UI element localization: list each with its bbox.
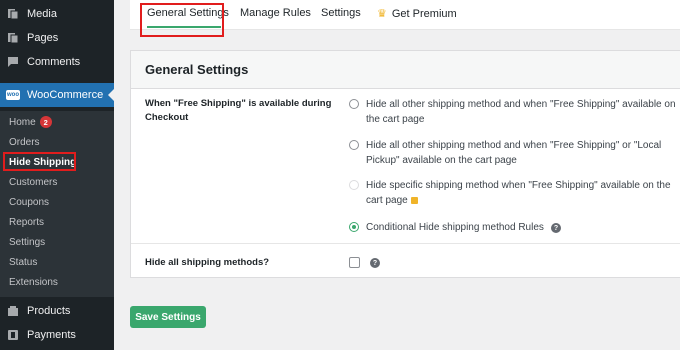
general-settings-panel: General Settings When "Free Shipping" is… xyxy=(130,50,680,278)
submenu-item-home[interactable]: Home 2 xyxy=(9,114,52,130)
tab-manage-rules[interactable]: Manage Rules xyxy=(240,7,311,19)
submenu-item-coupons[interactable]: Coupons xyxy=(9,194,49,210)
lock-icon xyxy=(410,196,418,204)
submenu-item-label: Extensions xyxy=(9,276,58,288)
submenu-item-label: Home xyxy=(9,116,36,128)
panel-header: General Settings xyxy=(131,51,680,89)
submenu-item-extensions[interactable]: Extensions xyxy=(9,274,58,290)
sidebar-item-label: Pages xyxy=(27,32,59,44)
crown-icon: ♛ xyxy=(377,8,387,20)
option-label: Hide all other shipping method and when … xyxy=(366,140,662,166)
submenu-item-reports[interactable]: Reports xyxy=(9,214,44,230)
sidebar-item-products[interactable]: Products xyxy=(0,299,114,323)
sidebar-item-label: WooCommerce xyxy=(27,89,104,101)
submenu-item-label: Status xyxy=(9,256,38,268)
submenu-item-label: Coupons xyxy=(9,196,50,208)
submenu-item-customers[interactable]: Customers xyxy=(9,174,57,190)
sidebar-item-label: Products xyxy=(27,305,71,317)
current-menu-arrow xyxy=(108,89,114,101)
highlight-hide-shipping xyxy=(3,152,76,171)
option-label: Hide all other shipping method and when … xyxy=(366,99,676,125)
submenu-item-label: Reports xyxy=(9,216,45,228)
woocommerce-logo-icon: woo xyxy=(6,90,20,100)
sidebar-item-woocommerce[interactable]: woo WooCommerce xyxy=(0,83,114,107)
row-divider xyxy=(131,243,680,244)
submenu-item-label: Customers xyxy=(9,176,58,188)
panel-title: General Settings xyxy=(145,62,249,77)
media-icon xyxy=(7,8,19,20)
submenu-item-label: Orders xyxy=(9,136,40,148)
sidebar-item-label: Payments xyxy=(27,329,76,341)
payments-icon xyxy=(7,329,19,341)
option-hide-others-free-or-local-pickup[interactable]: Hide all other shipping method and when … xyxy=(349,138,679,168)
submenu-item-label: Settings xyxy=(9,236,46,248)
submenu-item-status[interactable]: Status xyxy=(9,254,37,270)
sidebar-item-media[interactable]: Media xyxy=(0,2,114,26)
sidebar-item-label: Comments xyxy=(27,56,81,68)
radio-button[interactable] xyxy=(349,180,359,190)
free-shipping-setting-label: When "Free Shipping" is available during… xyxy=(145,98,332,123)
option-hide-specific-method[interactable]: Hide specific shipping method when "Free… xyxy=(349,178,679,208)
option-label: Hide specific shipping method when "Free… xyxy=(366,178,680,208)
radio-button[interactable] xyxy=(349,99,359,109)
save-settings-button[interactable]: Save Settings xyxy=(130,306,206,328)
admin-sidebar: Media Pages Comments woo WooCommerce Hom… xyxy=(0,0,114,350)
submenu-item-orders[interactable]: Orders xyxy=(9,134,40,150)
option-label-text: Conditional Hide shipping method Rules xyxy=(366,222,544,233)
hide-all-shipping-label: Hide all shipping methods? xyxy=(145,257,270,268)
submenu-item-settings[interactable]: Settings xyxy=(9,234,45,250)
pages-icon xyxy=(7,32,19,44)
radio-button[interactable] xyxy=(349,222,359,232)
option-hide-others-free-shipping[interactable]: Hide all other shipping method and when … xyxy=(349,97,679,127)
help-icon[interactable]: ? xyxy=(370,258,380,268)
tab-get-premium[interactable]: ♛ Get Premium xyxy=(377,7,457,21)
hide-all-shipping-checkbox[interactable] xyxy=(349,257,360,268)
comments-icon xyxy=(7,56,19,68)
notification-badge: 2 xyxy=(39,116,52,128)
help-icon[interactable]: ? xyxy=(551,223,561,233)
radio-button[interactable] xyxy=(349,140,359,150)
option-label: Conditional Hide shipping method Rules xyxy=(366,220,544,235)
highlight-general-settings-tab xyxy=(140,3,224,37)
sidebar-item-comments[interactable]: Comments xyxy=(0,50,114,74)
sidebar-item-payments[interactable]: Payments xyxy=(0,323,114,347)
tab-label: Get Premium xyxy=(391,7,457,20)
products-icon xyxy=(7,305,19,317)
sidebar-item-pages[interactable]: Pages xyxy=(0,26,114,50)
tab-settings[interactable]: Settings xyxy=(321,7,361,19)
sidebar-item-label: Media xyxy=(27,8,57,20)
woocommerce-submenu: Home 2 Orders Hide Shipping Customers Co… xyxy=(0,111,114,297)
option-conditional-rules[interactable]: Conditional Hide shipping method Rules xyxy=(349,220,679,236)
